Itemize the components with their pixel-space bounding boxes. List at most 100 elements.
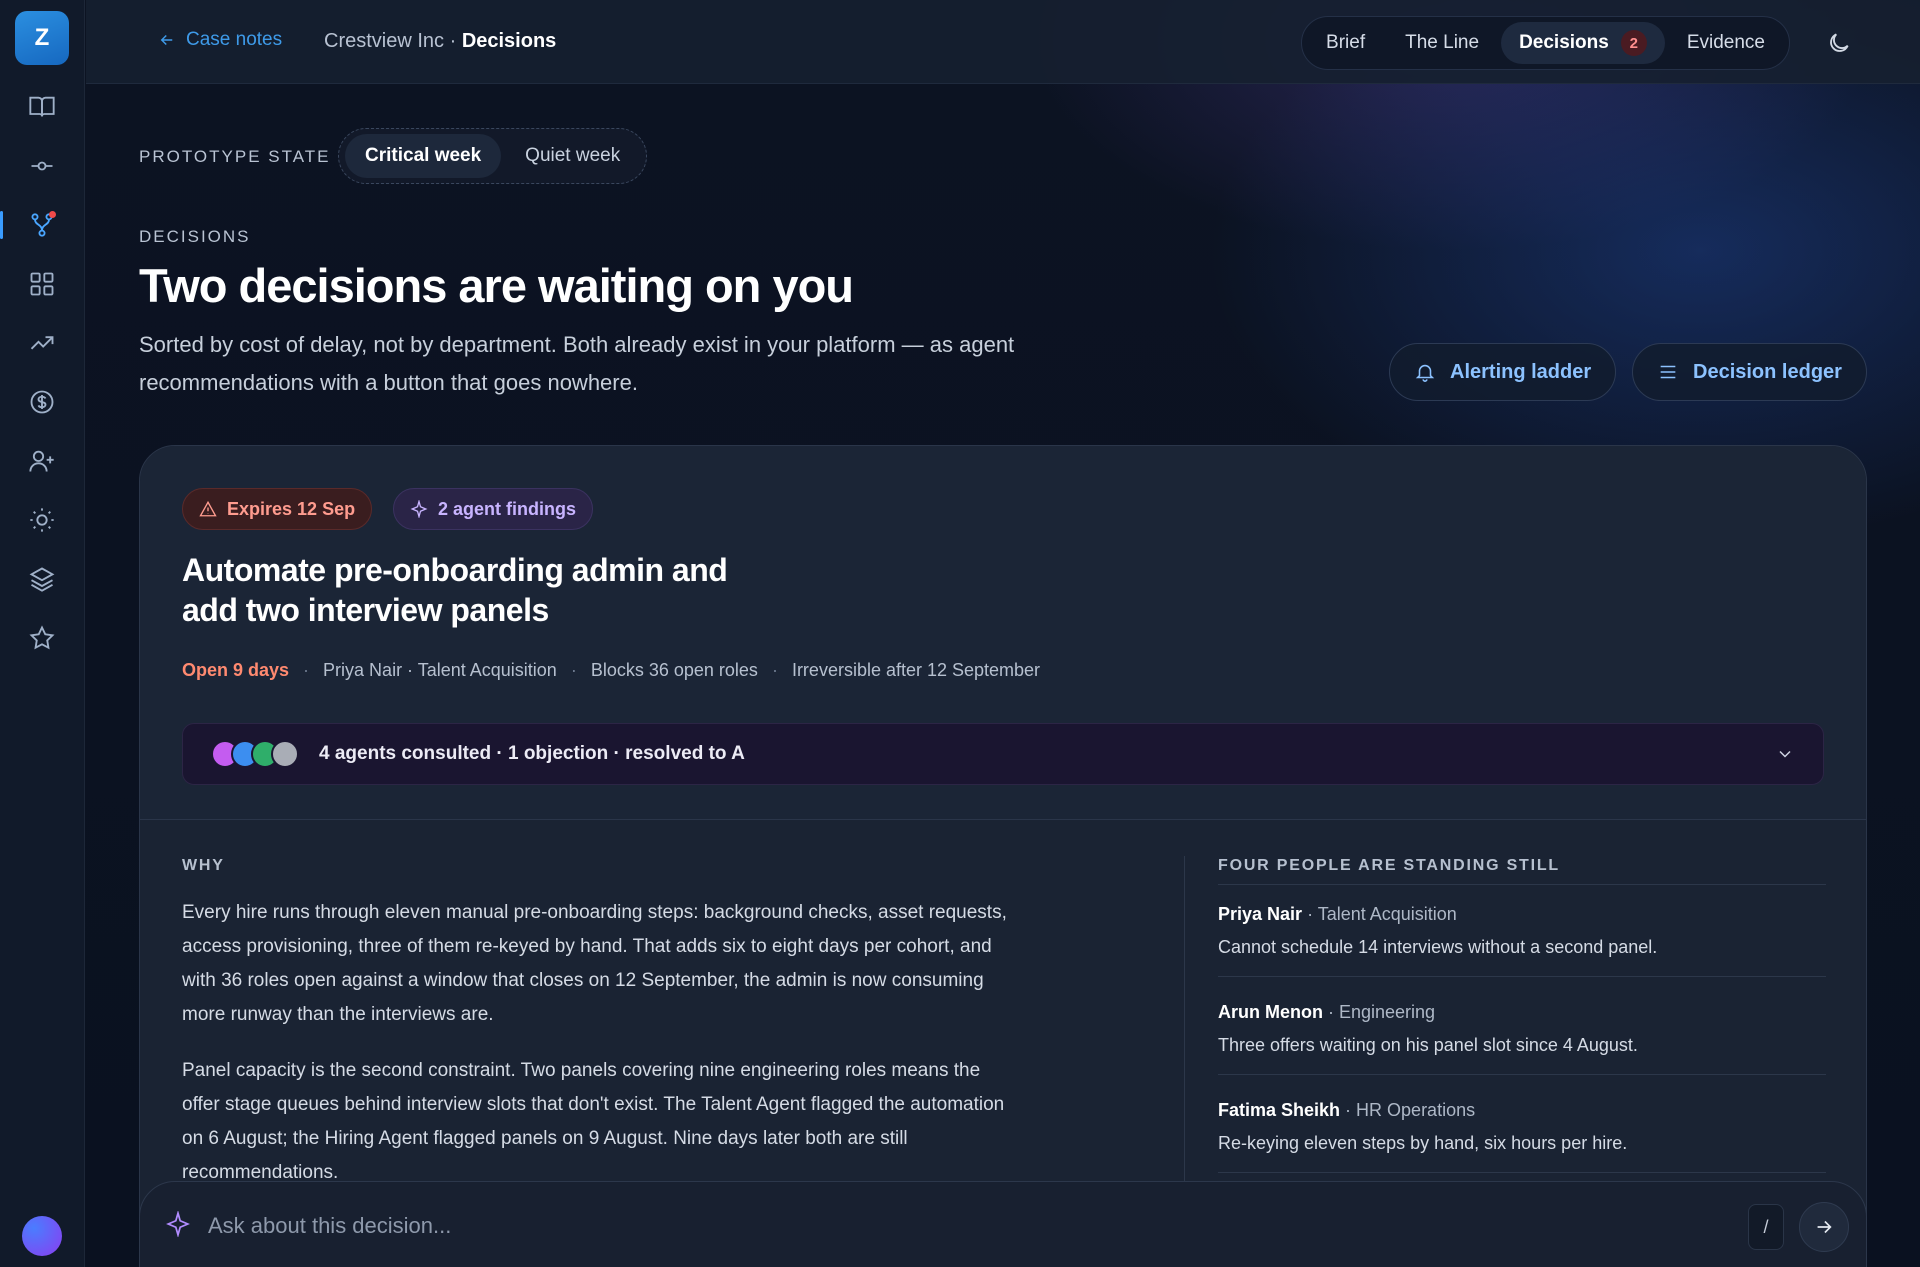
person-item: Arun Menon · Engineering Three offers wa… [1218, 1002, 1826, 1075]
person-item: Priya Nair · Talent Acquisition Cannot s… [1218, 904, 1826, 977]
person-note: Re-keying eleven steps by hand, six hour… [1218, 1133, 1628, 1153]
meta-separator: · [771, 660, 778, 680]
star-icon [29, 625, 55, 650]
sparkle-icon [410, 500, 428, 518]
menu-lines-icon [1660, 365, 1676, 379]
decision-card-header: Expires 12 Sep 2 agent findings Automate… [140, 446, 1866, 820]
theme-toggle-button[interactable] [1826, 30, 1852, 56]
tab-label: Brief [1326, 32, 1366, 53]
alerting-ladder-button[interactable]: Alerting ladder [1389, 343, 1617, 401]
back-link[interactable]: Case notes [158, 29, 282, 51]
tab-decisions[interactable]: Decisions 2 [1501, 22, 1665, 64]
person-name: Arun Menon [1218, 1002, 1323, 1022]
layers-icon [29, 567, 55, 592]
ask-input[interactable] [208, 1204, 1508, 1248]
decisions-count-badge: 2 [1620, 30, 1647, 56]
person-header: Fatima Sheikh · HR Operations [1218, 1100, 1826, 1121]
view-tabs: Brief The Line Decisions 2 Evidence [1301, 16, 1790, 70]
page-title: Two decisions are waiting on you [139, 259, 854, 312]
shortcut-key: / [1748, 1204, 1784, 1250]
person-role: · Engineering [1323, 1002, 1436, 1022]
sidebar-item-decisions[interactable] [0, 207, 62, 243]
expiry-tag: Expires 12 Sep [182, 488, 373, 530]
tab-brief[interactable]: Brief [1308, 22, 1383, 64]
sun-gear-icon [30, 508, 54, 532]
moon-icon [1830, 33, 1849, 52]
person-item: Fatima Sheikh · HR Operations Re-keying … [1218, 1100, 1826, 1173]
decision-ledger-button[interactable]: Decision ledger [1632, 343, 1867, 401]
tab-label: Evidence [1686, 32, 1765, 53]
section-eyebrow: DECISIONS [139, 227, 251, 246]
proto-option-quiet-week[interactable]: Quiet week [505, 134, 640, 178]
sidebar: Z [0, 0, 85, 1267]
book-icon [29, 96, 55, 117]
tab-the-line[interactable]: The Line [1387, 22, 1497, 64]
breadcrumb: Crestview Inc · Decisions [324, 30, 556, 53]
sidebar-item-book[interactable] [22, 89, 62, 125]
chevron-down-icon [1779, 750, 1791, 758]
app-logo[interactable]: Z [15, 11, 69, 65]
tab-label: The Line [1405, 32, 1480, 53]
sidebar-item-people[interactable] [22, 443, 62, 479]
tab-label: Decisions [1519, 32, 1609, 53]
person-note: Three offers waiting on his panel slot s… [1218, 1035, 1638, 1055]
sidebar-item-favorites[interactable] [22, 620, 62, 656]
agents-consulted-accordion[interactable]: 4 agents consulted · 1 objection · resol… [182, 723, 1824, 785]
person-header: Arun Menon · Engineering [1218, 1002, 1826, 1023]
bell-icon [1415, 364, 1435, 382]
breadcrumb-company: Crestview Inc · [324, 30, 462, 52]
blocked-roles: Blocks 36 open roles [590, 660, 758, 680]
agent-findings-label: 2 agent findings [438, 498, 577, 519]
sidebar-item-commit[interactable] [22, 148, 62, 184]
person-role: · HR Operations [1340, 1100, 1476, 1120]
person-role: · Talent Acquisition [1302, 904, 1457, 924]
decision-ledger-label: Decision ledger [1693, 360, 1842, 383]
expiry-tag-label: Expires 12 Sep [227, 498, 356, 519]
person-note: Cannot schedule 14 interviews without a … [1218, 937, 1658, 957]
agents-consulted-summary: 4 agents consulted · 1 objection · resol… [319, 743, 745, 764]
page-subtitle: Sorted by cost of delay, not by departme… [139, 332, 1015, 395]
decision-owner: Priya Nair · Talent Acquisition [323, 660, 557, 680]
prototype-state-label: PROTOTYPE STATE [139, 147, 331, 166]
dollar-circle-icon [30, 390, 54, 414]
top-bar: Case notes Crestview Inc · Decisions Bri… [86, 0, 1920, 84]
back-link-label: Case notes [186, 29, 283, 50]
why-paragraph: Panel capacity is the second constraint.… [182, 1060, 1005, 1183]
agent-avatars [211, 740, 299, 768]
decision-meta: Open 9 days · Priya Nair · Talent Acquis… [182, 660, 1040, 681]
decision-title: Automate pre-onboarding admin and add tw… [182, 552, 728, 628]
why-paragraph: Every hire runs through eleven manual pr… [182, 902, 1007, 1025]
meta-separator: · [303, 660, 310, 680]
decision-deadline: Irreversible after 12 September [791, 660, 1041, 680]
person-name: Priya Nair [1218, 904, 1303, 924]
trending-up-icon [30, 336, 54, 350]
why-body: Every hire runs through eleven manual pr… [182, 896, 1022, 1212]
ask-bar: / [139, 1181, 1867, 1267]
sparkle-icon [166, 1210, 190, 1238]
agent-findings-tag[interactable]: 2 agent findings [393, 488, 594, 530]
why-label: WHY [182, 857, 225, 874]
user-plus-icon [29, 450, 54, 472]
tab-evidence[interactable]: Evidence [1669, 22, 1783, 64]
sidebar-item-grid[interactable] [22, 266, 62, 302]
meta-separator: · [570, 660, 577, 680]
person-header: Priya Nair · Talent Acquisition [1218, 904, 1826, 925]
user-avatar[interactable] [22, 1216, 62, 1256]
grid-icon [30, 272, 54, 296]
breadcrumb-page: Decisions [461, 30, 557, 52]
people-label: FOUR PEOPLE ARE STANDING STILL [1218, 857, 1561, 874]
agent-avatar [271, 740, 299, 768]
sidebar-item-trends[interactable] [22, 325, 62, 361]
send-button[interactable] [1799, 1202, 1849, 1252]
open-duration: Open 9 days [182, 660, 290, 680]
arrow-right-icon [1817, 1220, 1832, 1234]
proto-option-critical-week[interactable]: Critical week [345, 134, 502, 178]
sidebar-item-settings[interactable] [22, 502, 62, 538]
arrow-left-icon [160, 34, 173, 46]
decision-card: Expires 12 Sep 2 agent findings Automate… [139, 445, 1867, 1267]
person-name: Fatima Sheikh [1218, 1100, 1341, 1120]
sidebar-item-finance[interactable] [22, 384, 62, 420]
people-divider [1218, 884, 1826, 885]
alerting-ladder-label: Alerting ladder [1450, 360, 1592, 383]
sidebar-item-layers[interactable] [22, 561, 62, 597]
